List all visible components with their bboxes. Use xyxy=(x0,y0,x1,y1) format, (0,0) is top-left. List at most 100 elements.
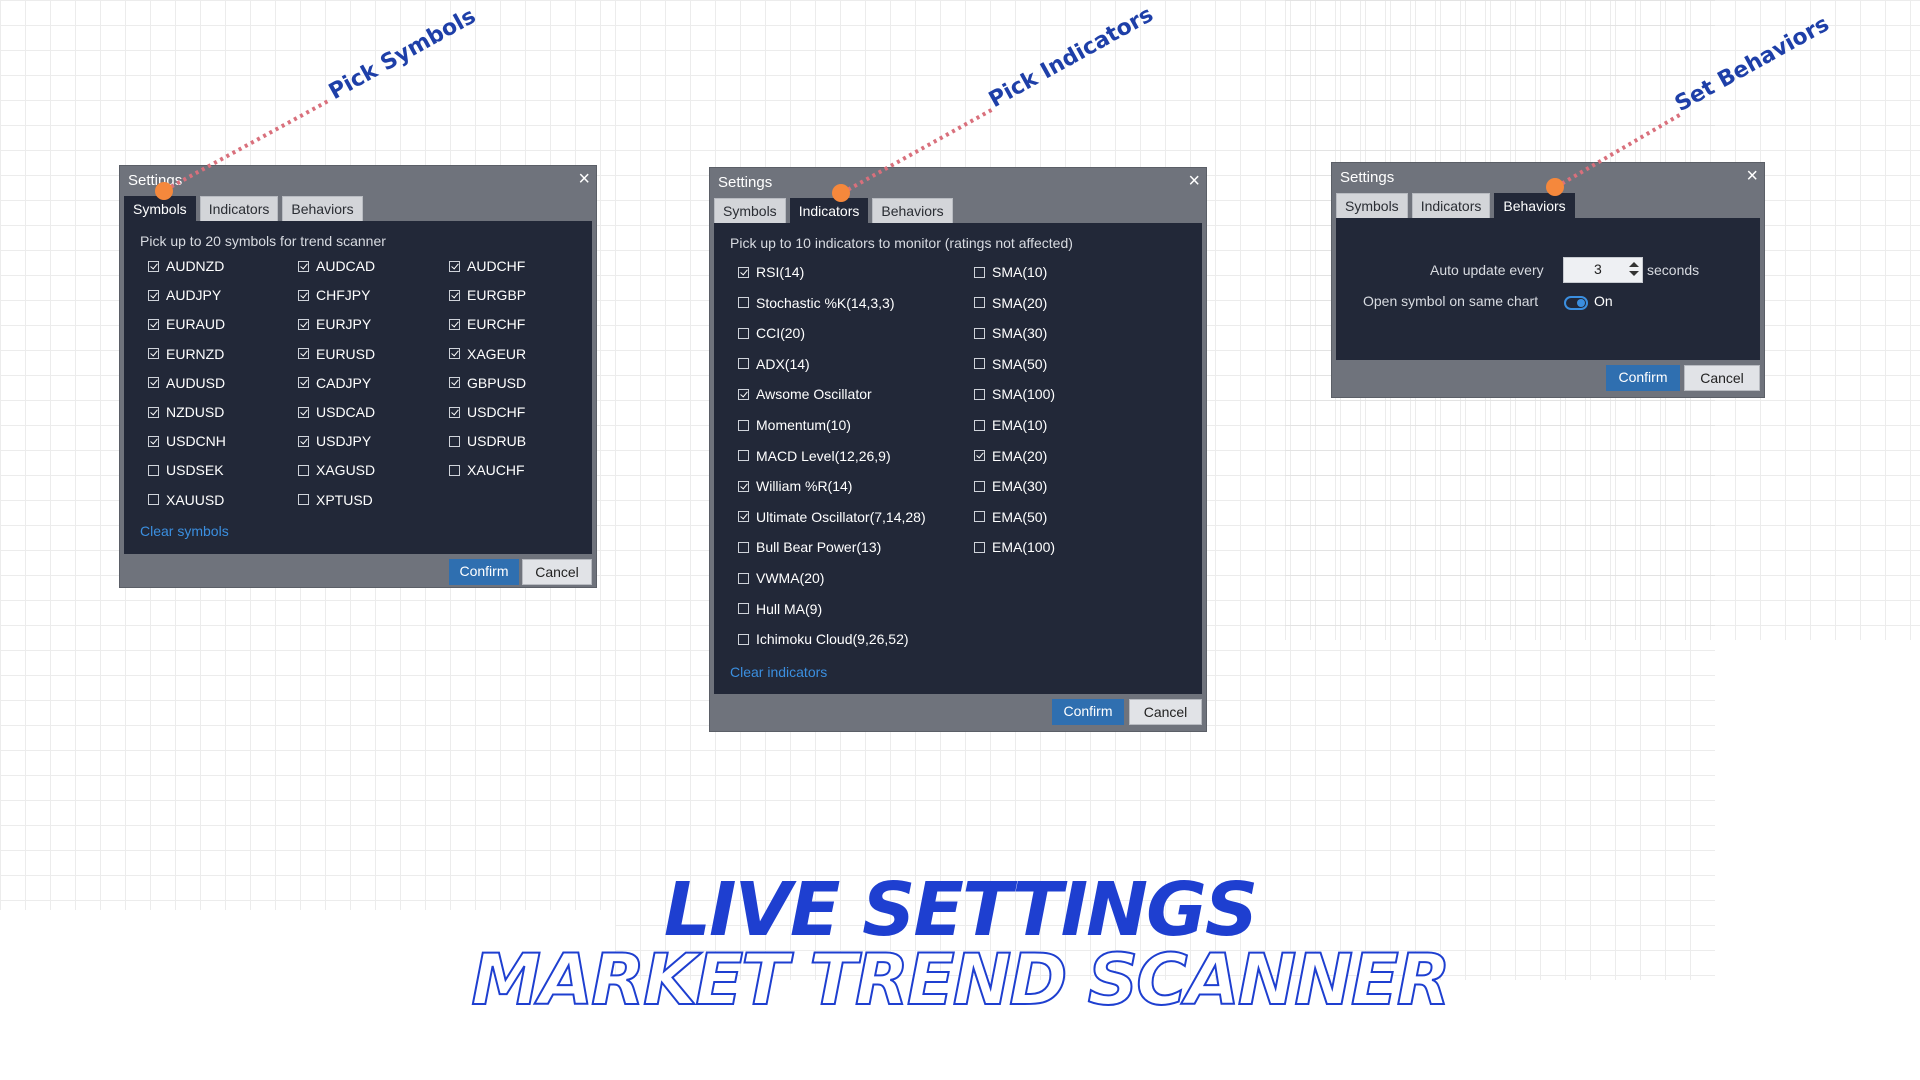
checkbox-item[interactable]: EURNZD xyxy=(148,346,224,362)
checkbox-checked[interactable] xyxy=(148,377,159,389)
checkbox-checked[interactable] xyxy=(148,318,159,330)
checkbox-checked[interactable] xyxy=(738,480,749,492)
checkbox-item[interactable]: SMA(30) xyxy=(974,325,1047,341)
tab-behaviors[interactable]: Behaviors xyxy=(872,198,953,225)
checkbox-item[interactable]: EURJPY xyxy=(298,316,371,332)
checkbox-checked[interactable] xyxy=(974,450,985,462)
checkbox-unchecked[interactable] xyxy=(738,297,749,309)
checkbox-item[interactable]: Ichimoku Cloud(9,26,52) xyxy=(738,631,909,647)
checkbox-item[interactable]: USDCNH xyxy=(148,433,226,449)
checkbox-unchecked[interactable] xyxy=(738,419,749,431)
confirm-button[interactable]: Confirm xyxy=(1606,365,1680,391)
checkbox-unchecked[interactable] xyxy=(148,494,159,506)
checkbox-item[interactable]: XAUCHF xyxy=(449,462,525,478)
checkbox-checked[interactable] xyxy=(298,318,309,330)
checkbox-item[interactable]: EURGBP xyxy=(449,287,526,303)
checkbox-checked[interactable] xyxy=(298,348,309,360)
tab-behaviors[interactable]: Behaviors xyxy=(1494,193,1575,220)
checkbox-unchecked[interactable] xyxy=(974,480,985,492)
checkbox-item[interactable]: CCI(20) xyxy=(738,325,805,341)
checkbox-checked[interactable] xyxy=(148,348,159,360)
clear-symbols-link[interactable]: Clear symbols xyxy=(140,523,229,539)
checkbox-item[interactable]: EMA(10) xyxy=(974,417,1047,433)
checkbox-checked[interactable] xyxy=(298,377,309,389)
checkbox-unchecked[interactable] xyxy=(738,541,749,553)
checkbox-unchecked[interactable] xyxy=(449,464,460,476)
checkbox-checked[interactable] xyxy=(148,406,159,418)
checkbox-checked[interactable] xyxy=(298,435,309,447)
checkbox-checked[interactable] xyxy=(738,266,749,278)
checkbox-unchecked[interactable] xyxy=(974,541,985,553)
checkbox-item[interactable]: EURCHF xyxy=(449,316,525,332)
checkbox-unchecked[interactable] xyxy=(974,327,985,339)
checkbox-unchecked[interactable] xyxy=(738,327,749,339)
checkbox-item[interactable]: USDCHF xyxy=(449,404,525,420)
checkbox-item[interactable]: XAGUSD xyxy=(298,462,375,478)
cancel-button[interactable]: Cancel xyxy=(1684,365,1760,391)
checkbox-item[interactable]: XAUUSD xyxy=(148,492,224,508)
spinner-arrows-icon[interactable] xyxy=(1629,260,1639,278)
confirm-button[interactable]: Confirm xyxy=(449,559,519,585)
checkbox-unchecked[interactable] xyxy=(974,388,985,400)
checkbox-item[interactable]: GBPUSD xyxy=(449,375,526,391)
checkbox-checked[interactable] xyxy=(298,260,309,272)
checkbox-unchecked[interactable] xyxy=(974,511,985,523)
checkbox-unchecked[interactable] xyxy=(738,450,749,462)
checkbox-unchecked[interactable] xyxy=(974,419,985,431)
checkbox-item[interactable]: AUDCAD xyxy=(298,258,375,274)
checkbox-item[interactable]: Awsome Oscillator xyxy=(738,386,872,402)
checkbox-item[interactable]: SMA(50) xyxy=(974,356,1047,372)
checkbox-item[interactable]: USDJPY xyxy=(298,433,371,449)
checkbox-item[interactable]: EMA(50) xyxy=(974,509,1047,525)
checkbox-item[interactable]: Bull Bear Power(13) xyxy=(738,539,881,555)
checkbox-item[interactable]: USDSEK xyxy=(148,462,224,478)
checkbox-item[interactable]: ADX(14) xyxy=(738,356,810,372)
checkbox-unchecked[interactable] xyxy=(974,297,985,309)
checkbox-item[interactable]: NZDUSD xyxy=(148,404,224,420)
checkbox-unchecked[interactable] xyxy=(298,494,309,506)
checkbox-unchecked[interactable] xyxy=(148,464,159,476)
checkbox-item[interactable]: AUDNZD xyxy=(148,258,224,274)
checkbox-item[interactable]: Momentum(10) xyxy=(738,417,851,433)
checkbox-item[interactable]: William %R(14) xyxy=(738,478,852,494)
checkbox-item[interactable]: EMA(100) xyxy=(974,539,1055,555)
checkbox-checked[interactable] xyxy=(449,348,460,360)
cancel-button[interactable]: Cancel xyxy=(522,559,592,585)
close-icon[interactable]: × xyxy=(578,169,590,189)
checkbox-item[interactable]: XAGEUR xyxy=(449,346,526,362)
checkbox-item[interactable]: SMA(100) xyxy=(974,386,1055,402)
checkbox-checked[interactable] xyxy=(449,406,460,418)
tab-indicators[interactable]: Indicators xyxy=(199,196,279,223)
checkbox-item[interactable]: AUDCHF xyxy=(449,258,525,274)
checkbox-checked[interactable] xyxy=(298,289,309,301)
checkbox-unchecked[interactable] xyxy=(738,603,749,615)
cancel-button[interactable]: Cancel xyxy=(1129,699,1202,725)
checkbox-item[interactable]: RSI(14) xyxy=(738,264,804,280)
checkbox-unchecked[interactable] xyxy=(738,633,749,645)
tab-indicators[interactable]: Indicators xyxy=(1411,193,1491,220)
close-icon[interactable]: × xyxy=(1746,166,1758,186)
checkbox-unchecked[interactable] xyxy=(738,358,749,370)
checkbox-unchecked[interactable] xyxy=(298,464,309,476)
checkbox-item[interactable]: SMA(20) xyxy=(974,295,1047,311)
checkbox-checked[interactable] xyxy=(449,260,460,272)
checkbox-item[interactable]: MACD Level(12,26,9) xyxy=(738,448,891,464)
checkbox-unchecked[interactable] xyxy=(449,435,460,447)
checkbox-unchecked[interactable] xyxy=(974,266,985,278)
checkbox-checked[interactable] xyxy=(449,377,460,389)
checkbox-checked[interactable] xyxy=(148,435,159,447)
checkbox-unchecked[interactable] xyxy=(738,572,749,584)
checkbox-item[interactable]: EURAUD xyxy=(148,316,225,332)
tab-symbols[interactable]: Symbols xyxy=(1336,193,1408,220)
checkbox-checked[interactable] xyxy=(449,289,460,301)
checkbox-unchecked[interactable] xyxy=(974,358,985,370)
tab-symbols[interactable]: Symbols xyxy=(124,196,196,223)
checkbox-item[interactable]: AUDUSD xyxy=(148,375,225,391)
close-icon[interactable]: × xyxy=(1188,171,1200,191)
checkbox-item[interactable]: Ultimate Oscillator(7,14,28) xyxy=(738,509,926,525)
checkbox-item[interactable]: VWMA(20) xyxy=(738,570,824,586)
checkbox-checked[interactable] xyxy=(298,406,309,418)
checkbox-item[interactable]: EMA(20) xyxy=(974,448,1047,464)
clear-indicators-link[interactable]: Clear indicators xyxy=(730,664,827,680)
checkbox-item[interactable]: USDCAD xyxy=(298,404,375,420)
